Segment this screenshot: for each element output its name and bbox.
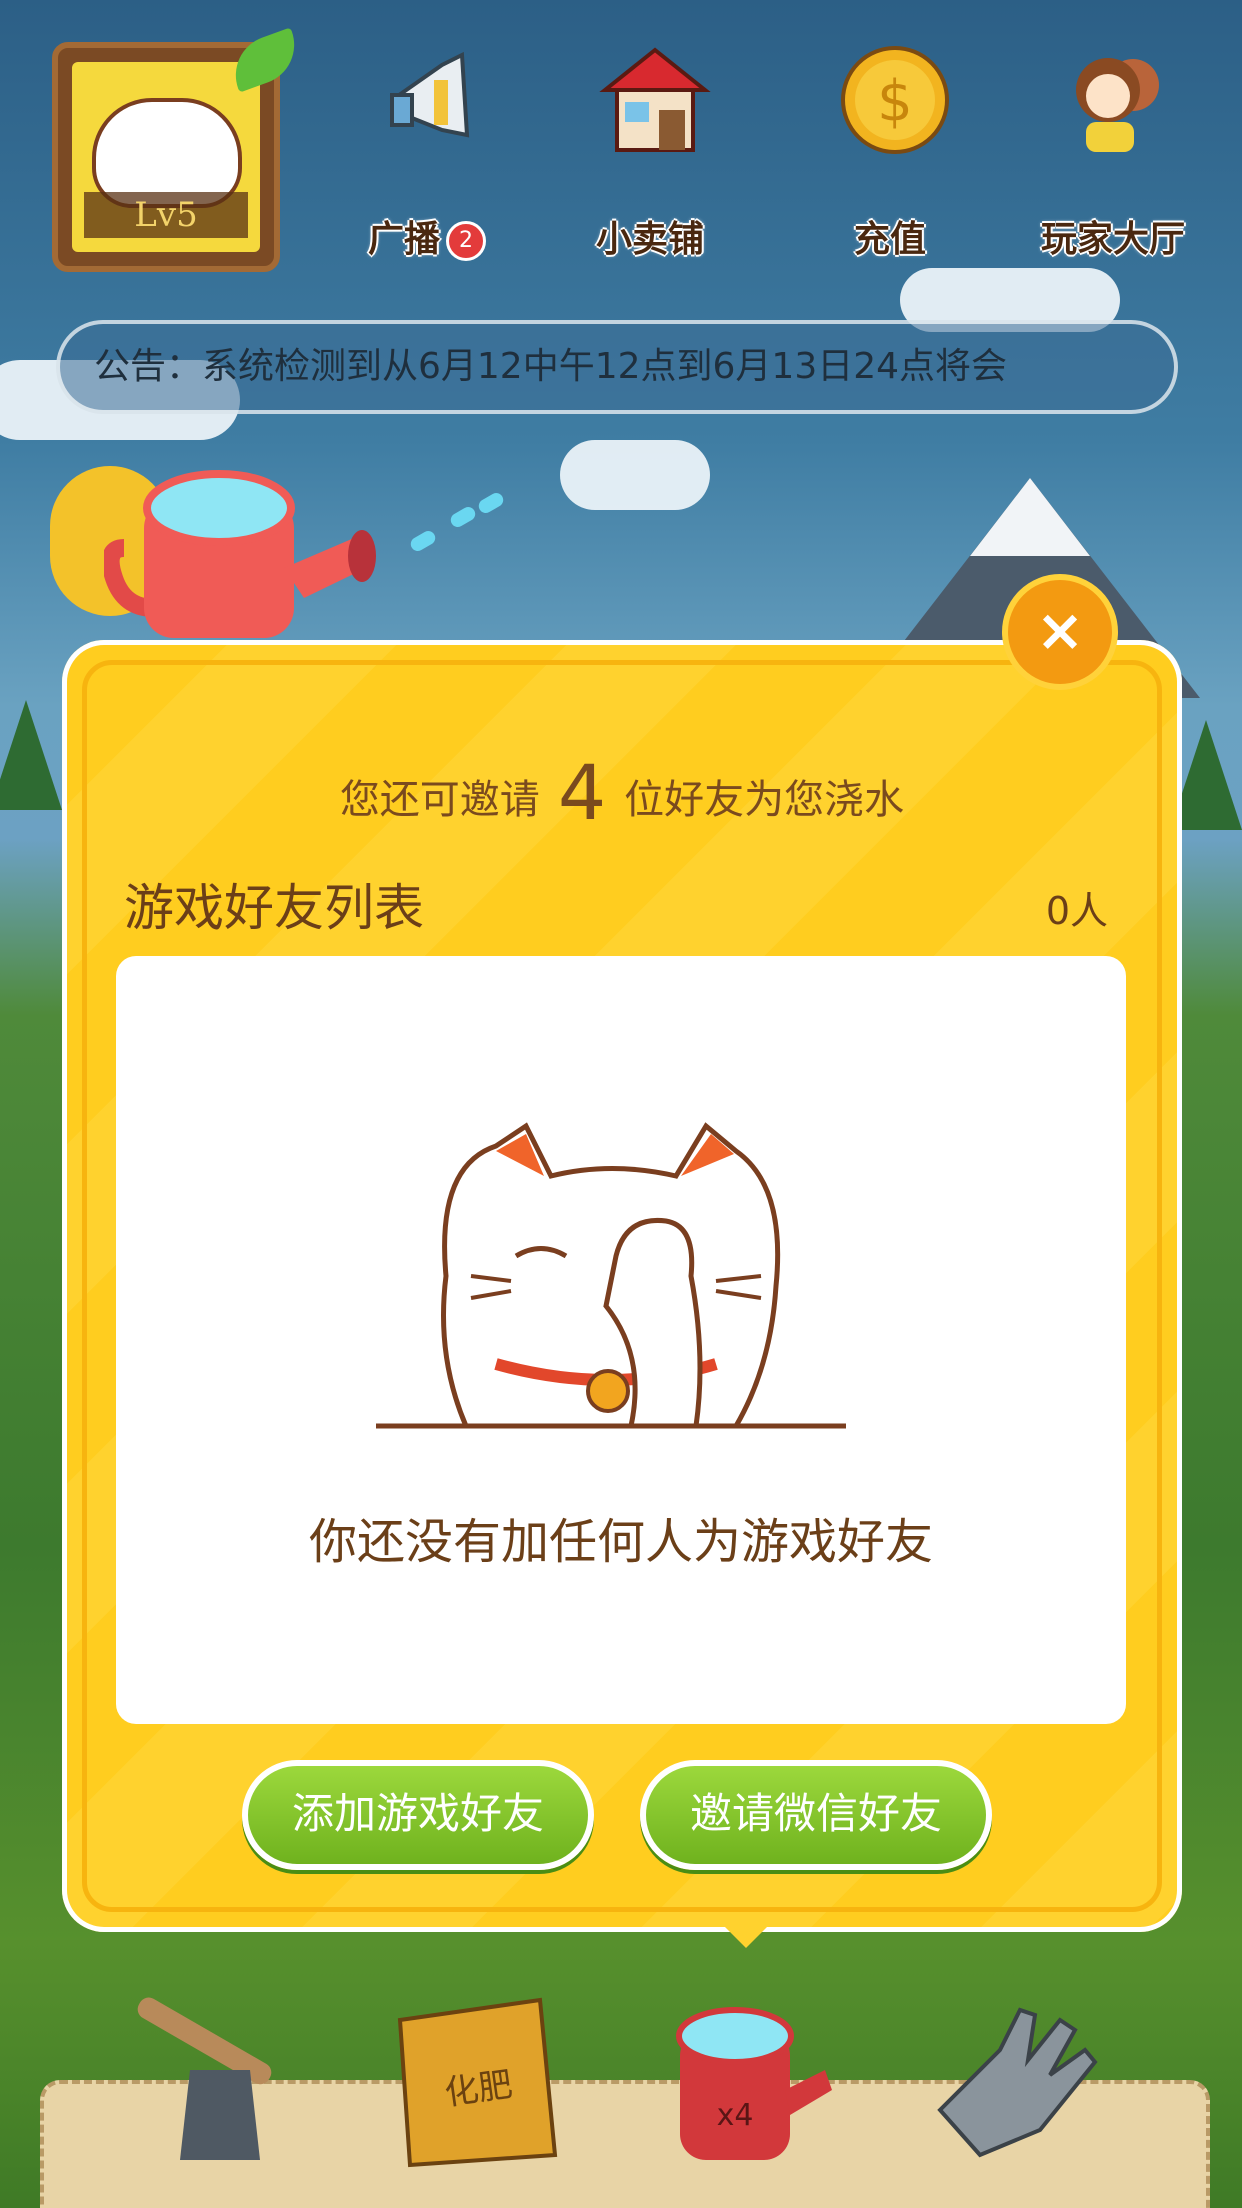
watering-count: x4: [717, 2098, 754, 2133]
coin-icon: $: [841, 46, 949, 154]
close-icon[interactable]: ×: [1002, 574, 1118, 690]
broadcast-button[interactable]: 广播 2: [352, 40, 502, 261]
add-game-friend-button[interactable]: 添加游戏好友: [242, 1760, 594, 1870]
player-hall-label: 玩家大厅: [1040, 219, 1185, 260]
broadcast-badge: 2: [446, 221, 486, 261]
fertilizer-bag-icon[interactable]: 化肥: [380, 1990, 570, 2170]
invite-remaining-text: 您还可邀请 4 位好友为您浇水: [339, 748, 905, 837]
svg-text:$: $: [877, 69, 913, 134]
player-level: Lv5: [84, 192, 248, 238]
friend-list-title: 游戏好友列表: [124, 879, 424, 937]
embarrassed-cat-icon: [376, 1122, 846, 1429]
announcement-bar[interactable]: 公告：系统检测到从6月12中午12点到6月13日24点将会: [56, 320, 1178, 414]
water-drop: [448, 504, 478, 530]
axe-icon[interactable]: [120, 1990, 310, 2170]
water-drop: [476, 490, 506, 516]
watering-can-tool[interactable]: x4: [650, 1990, 840, 2170]
avatar-frame: Lv5: [72, 62, 260, 252]
shop-button[interactable]: 小卖铺: [575, 40, 725, 260]
mountain-snow: [970, 478, 1090, 556]
megaphone-icon: [390, 51, 470, 138]
friend-count: 0人: [1045, 889, 1108, 933]
invite-count: 4: [557, 748, 607, 837]
friend-list: 你还没有加任何人为游戏好友: [116, 956, 1126, 1724]
dialog-pointer: [718, 1920, 774, 1948]
broadcast-label: 广播 2: [332, 210, 522, 262]
shop-icon: [599, 47, 711, 152]
recharge-label: 充值: [853, 219, 926, 260]
player-hall-button[interactable]: 玩家大厅: [1038, 40, 1188, 260]
glove-icon[interactable]: [920, 1990, 1110, 2170]
empty-friend-message: 你还没有加任何人为游戏好友: [308, 1514, 933, 1570]
invite-friends-dialog: 您还可邀请 4 位好友为您浇水 游戏好友列表 0人 你还没有加任何人为游戏好友 添加…: [62, 640, 1182, 1932]
cloud: [560, 440, 710, 510]
players-icon: [1076, 58, 1159, 152]
tree: [0, 700, 62, 810]
recharge-button[interactable]: $ 充值: [815, 40, 965, 260]
watering-can-icon: [104, 470, 376, 638]
water-drop: [408, 528, 438, 554]
shop-label: 小卖铺: [595, 219, 704, 260]
invite-wechat-friend-button[interactable]: 邀请微信好友: [640, 1760, 992, 1870]
